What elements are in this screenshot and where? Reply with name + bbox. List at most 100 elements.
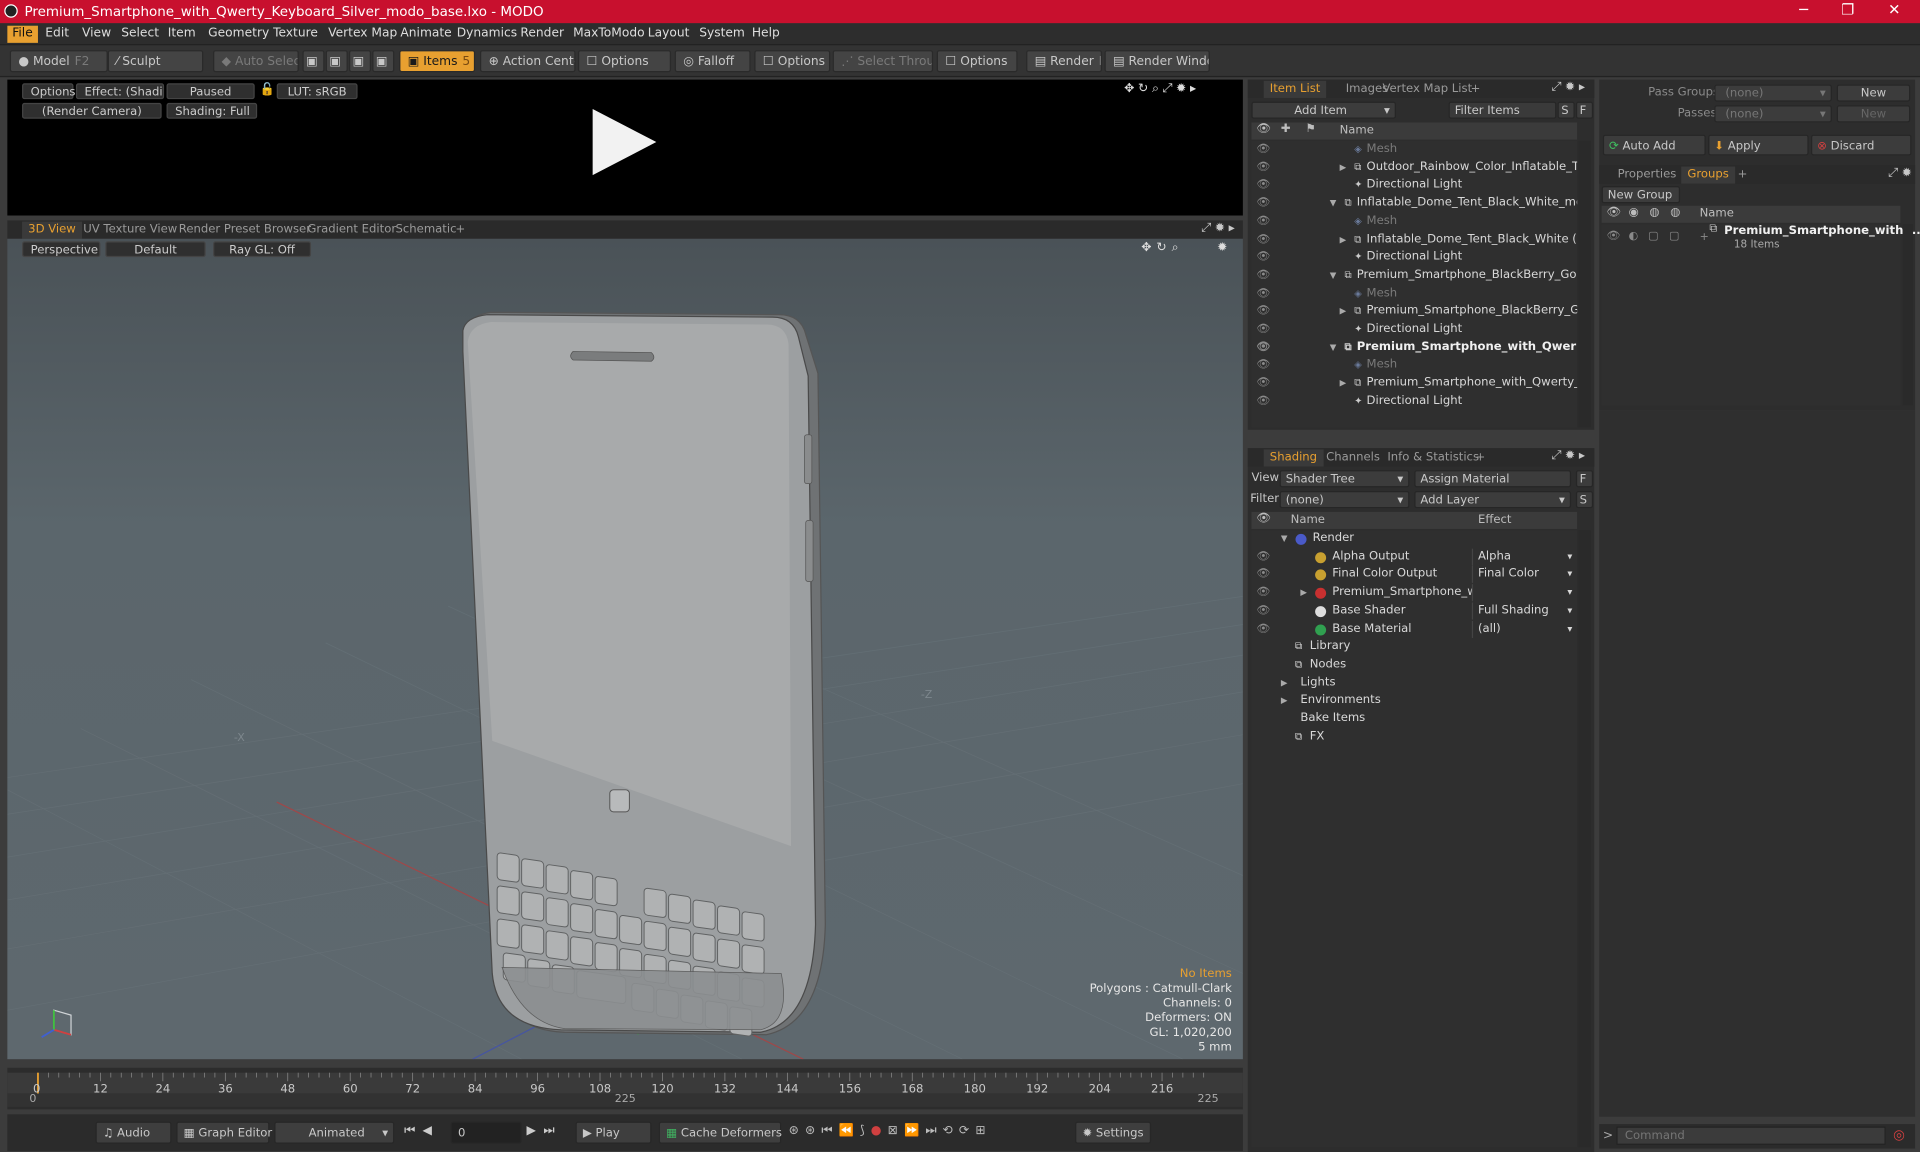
3d-viewport[interactable]: Perspective Default Ray GL: Off -X -Z ✥↻… [7,238,1243,1060]
play-preview-icon[interactable] [590,107,659,182]
close-button[interactable]: ✕ [1876,1,1913,22]
transport-controls-forward[interactable]: ▶⏭ [527,1124,562,1137]
eye-icon[interactable]: 👁 [1256,584,1270,602]
dropdown-arrow-icon[interactable]: ▾ [1567,620,1572,638]
panel-icons[interactable]: ⤢✹▸ [1551,449,1588,462]
item-row[interactable]: 👁 ▶ ⧉ Premium_Smartphone_with_Qwerty_K ... [1251,375,1577,393]
tab-channels[interactable]: Channels [1320,449,1386,466]
render-toggle-icon[interactable]: ◐ [1629,230,1639,242]
render-button[interactable]: ▤ RenderF9 [1026,50,1103,73]
effect-value[interactable]: (all) [1478,620,1501,638]
item-row[interactable]: 👁 ▶ ⧉ Premium_Smartphone_BlackBerry_Gol ... [1251,303,1577,321]
add-tab-button[interactable]: + [1731,167,1753,184]
item-row[interactable]: 👁 ▼ ⧉ Premium_Smartphone_BlackBerry_Gold_ .… [1251,267,1577,285]
eye-icon[interactable]: 👁 [1607,206,1622,219]
eye-icon[interactable]: 👁 [1256,231,1270,249]
eye-icon[interactable]: 👁 [1607,230,1621,242]
select-through-options-button[interactable]: ☐ Options [936,50,1018,73]
shader-scrollbar[interactable] [1578,530,1591,1148]
preview-effect-dropdown[interactable]: Effect: (Shadi... [75,83,165,100]
shading-f-button[interactable]: F [1575,470,1594,488]
eye-icon[interactable]: 👁 [1256,213,1270,231]
new-pass-group-button[interactable]: New [1836,84,1911,102]
shader-row[interactable]: 👁 ▶ Premium_Smartphone_with... ▾ [1251,584,1577,602]
effect-column-header[interactable]: Effect [1478,513,1511,526]
shader-row[interactable]: 👁 Base Material (all) ▾ [1251,620,1577,638]
eye-icon[interactable]: 👁 [1256,285,1270,303]
shader-row[interactable]: ▶ Lights [1251,674,1577,692]
shader-tree-dropdown[interactable]: Shader Tree ▾ [1279,470,1410,488]
tab-3d-view[interactable]: 3D View [22,221,82,239]
transport-controls[interactable]: ⏮◀ [404,1124,439,1137]
settings-button[interactable]: ✹ Settings [1075,1121,1152,1144]
eye-icon[interactable]: 👁 [1256,357,1270,375]
auto-add-button[interactable]: ⟳ Auto Add [1602,134,1706,156]
select-toggle-icon[interactable]: ▢ [1669,230,1679,242]
item-row[interactable]: 👁 ▶ ⧉ Outdoor_Rainbow_Color_Inflatable_T ..… [1251,159,1577,177]
group-row[interactable]: 👁 ◐ ▢ ▢ + ⧉ Premium_Smartphone_with ... … [1602,223,1920,256]
viewport-panel-icons[interactable]: ⤢✹▸ [1201,222,1238,235]
preview-paused-button[interactable]: Paused [166,83,255,100]
menu-file[interactable]: File [7,25,38,43]
item-row[interactable]: 👁 ◈ Mesh [1251,141,1577,159]
menu-vertex-map[interactable]: Vertex Map [323,26,402,43]
menu-maxtomodo[interactable]: MaxToModo [568,26,649,43]
filter-f-button[interactable]: F [1575,101,1594,119]
menu-texture[interactable]: Texture [268,26,323,43]
expand-arrow-icon[interactable]: ▶ [1281,692,1288,710]
item-row[interactable]: 👁 ✦ Directional Light [1251,321,1577,339]
materials-mode-button[interactable]: ▣ [372,50,395,73]
action-center-options-button[interactable]: ☐ Options [577,50,672,73]
gear-icon[interactable]: ✹ [1217,241,1227,254]
eye-icon[interactable]: 👁 [1256,141,1270,159]
dropdown-arrow-icon[interactable]: ▾ [1567,548,1572,566]
eye-icon[interactable]: 👁 [1256,195,1270,213]
tab-item-list[interactable]: Item List [1263,80,1327,98]
collapse-arrow-icon[interactable]: ▼ [1330,267,1337,285]
panel-icons[interactable]: ⤢✹ [1888,167,1915,180]
groups-scrollbar[interactable] [1902,224,1913,406]
item-row[interactable]: 👁 ◈ Mesh [1251,285,1577,303]
menu-edit[interactable]: Edit [40,26,74,43]
shader-row[interactable]: 👁 Alpha Output Alpha ▾ [1251,548,1577,566]
pass-groups-dropdown[interactable]: (none) ▾ [1714,84,1832,102]
eye-icon[interactable]: 👁 [1256,303,1270,321]
item-row[interactable]: 👁 ✦ Directional Light [1251,249,1577,267]
maximize-button[interactable]: ❐ [1829,1,1866,22]
discard-button[interactable]: ⊗ Discard [1811,134,1912,156]
key-tools[interactable]: ⊛⊛⏮⏪⟆●⊠⏩⏭⟲⟳⊞ [789,1124,992,1137]
raygl-dropdown[interactable]: Ray GL: Off [213,241,312,258]
render-column-icon[interactable]: ◉ [1629,206,1639,219]
menu-animate[interactable]: Animate [396,26,457,43]
sculpt-mode-button[interactable]: ⁄ Sculpt [107,50,204,73]
shader-row[interactable]: 👁 Base Shader Full Shading ▾ [1251,602,1577,620]
graph-editor-button[interactable]: ▦ Graph Editor [176,1121,272,1144]
expand-arrow-icon[interactable]: ▶ [1340,303,1347,321]
timeline[interactable]: 0 12 24 36 48 60 72 84 96 108 120 132 14… [7,1067,1243,1110]
type-column-icon[interactable]: ⚑ [1305,122,1315,135]
lut-dropdown[interactable]: LUT: sRGB [276,83,358,100]
assign-material-dropdown[interactable]: Assign Material [1414,470,1572,488]
eye-icon[interactable]: 👁 [1256,548,1270,566]
expand-arrow-icon[interactable]: ▶ [1340,375,1347,393]
shading-dropdown[interactable]: Shading: Full [166,102,258,119]
panel-icons[interactable]: ⤢✹▸ [1551,81,1588,94]
render-camera-dropdown[interactable]: (Render Camera) [22,102,162,119]
menu-layout[interactable]: Layout [643,26,694,43]
eye-icon[interactable]: 👁 [1256,375,1270,393]
filter-items-input[interactable]: Filter Items [1448,101,1557,119]
shader-row[interactable]: ⧉ Library [1251,638,1577,656]
timeline-ruler[interactable]: 0 12 24 36 48 60 72 84 96 108 120 132 14… [7,1072,1243,1096]
menu-view[interactable]: View [77,26,116,43]
shading-s-button[interactable]: S [1575,491,1594,509]
tab-properties[interactable]: Properties [1611,167,1682,184]
tab-uv-texture-view[interactable]: UV Texture View [77,222,183,239]
eye-icon[interactable]: 👁 [1256,602,1270,620]
filter-dropdown[interactable]: (none) ▾ [1279,491,1410,509]
menu-render[interactable]: Render [516,26,569,43]
frame-input[interactable]: 0 [450,1121,522,1144]
expand-arrow-icon[interactable]: ▶ [1340,159,1347,177]
command-input[interactable] [1616,1126,1886,1145]
item-row[interactable]: 👁 ▼ ⧉ Premium_Smartphone_with_Qwer ... [1251,339,1577,357]
menu-dynamics[interactable]: Dynamics [452,26,522,43]
